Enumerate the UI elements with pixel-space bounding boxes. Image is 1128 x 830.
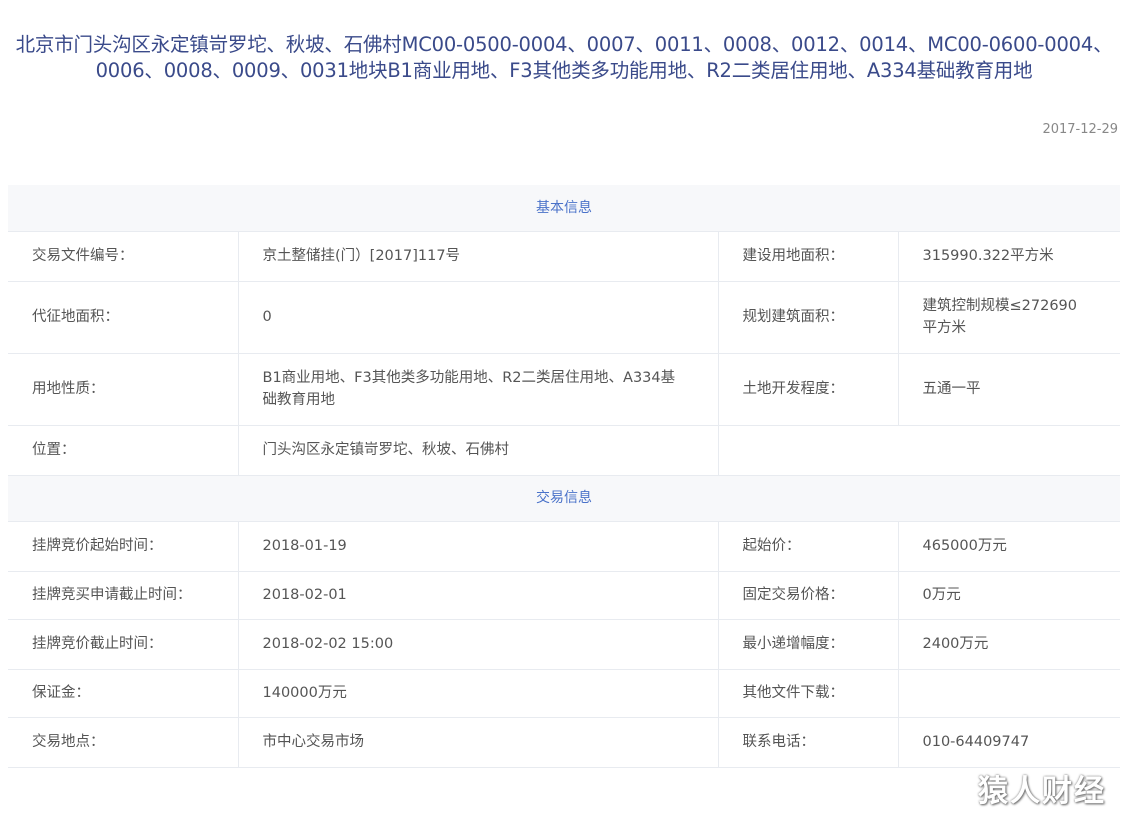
row-value: 建筑控制规模≤272690平方米: [897, 281, 1120, 354]
table-row: 挂牌竞价截止时间： 2018-02-02 15:00 最小递增幅度： 2400万…: [8, 619, 1120, 670]
watermark: 猿人财经: [978, 774, 1106, 809]
row-label: 挂牌竞买申请截止时间：: [8, 571, 238, 620]
listing-page: 北京市门头沟区永定镇岢罗坨、秋坡、石佛村MC00-0500-0004、0007、…: [0, 0, 1128, 830]
download-link[interactable]: [897, 669, 1120, 718]
row-label: 保证金：: [8, 669, 238, 718]
row-label: [717, 425, 898, 476]
section-title-basic: 基本信息: [8, 185, 1120, 232]
row-value: 京土整储挂(门）[2017]117号: [237, 231, 718, 282]
row-label: 起始价：: [717, 521, 898, 572]
row-label: 位置：: [8, 425, 238, 476]
table-row: 位置： 门头沟区永定镇岢罗坨、秋坡、石佛村: [8, 425, 1120, 476]
row-value: 140000万元: [237, 669, 718, 718]
row-label: 其他文件下载：: [717, 669, 898, 718]
row-label: 代征地面积：: [8, 281, 238, 354]
row-label: 挂牌竞价截止时间：: [8, 619, 238, 670]
row-label: 交易文件编号：: [8, 231, 238, 282]
row-label: 最小递增幅度：: [717, 619, 898, 670]
table-row: 用地性质： B1商业用地、F3其他类多功能用地、R2二类居住用地、A334基础教…: [8, 353, 1120, 426]
row-label: 用地性质：: [8, 353, 238, 426]
row-label: 土地开发程度：: [717, 353, 898, 426]
row-value: 0万元: [897, 571, 1120, 620]
section-header-basic: 基本信息: [8, 185, 1120, 232]
table-row: 代征地面积： 0 规划建筑面积： 建筑控制规模≤272690平方米: [8, 281, 1120, 354]
row-label: 固定交易价格：: [717, 571, 898, 620]
row-label: 交易地点：: [8, 717, 238, 768]
row-value: 2018-02-01: [237, 571, 718, 620]
row-value: [898, 425, 1120, 476]
section-header-trade: 交易信息: [8, 475, 1120, 522]
table-row: 保证金： 140000万元 其他文件下载：: [8, 669, 1120, 718]
row-value: 2400万元: [897, 619, 1120, 670]
publish-date: 2017-12-29: [1042, 122, 1118, 137]
row-label: 联系电话：: [717, 717, 898, 768]
row-label: 挂牌竞价起始时间：: [8, 521, 238, 572]
table-row: 交易地点： 市中心交易市场 联系电话： 010-64409747: [8, 717, 1120, 768]
row-value: 010-64409747: [897, 717, 1120, 768]
table-row: 挂牌竞买申请截止时间： 2018-02-01 固定交易价格： 0万元: [8, 571, 1120, 620]
row-value: 市中心交易市场: [237, 717, 718, 768]
row-value: 315990.322平方米: [897, 231, 1120, 282]
row-value: B1商业用地、F3其他类多功能用地、R2二类居住用地、A334基础教育用地: [237, 353, 718, 426]
table-row: 交易文件编号： 京土整储挂(门）[2017]117号 建设用地面积： 31599…: [8, 231, 1120, 282]
row-value: 五通一平: [897, 353, 1120, 426]
row-label: 规划建筑面积：: [717, 281, 898, 354]
row-value: 0: [237, 281, 718, 354]
row-value: 2018-01-19: [237, 521, 718, 572]
row-value: 2018-02-02 15:00: [237, 619, 718, 670]
section-title-trade: 交易信息: [8, 475, 1120, 522]
row-value: 465000万元: [897, 521, 1120, 572]
table-row: 挂牌竞价起始时间： 2018-01-19 起始价： 465000万元: [8, 521, 1120, 572]
info-table: 基本信息 交易文件编号： 京土整储挂(门）[2017]117号 建设用地面积： …: [8, 185, 1120, 768]
page-title: 北京市门头沟区永定镇岢罗坨、秋坡、石佛村MC00-0500-0004、0007、…: [15, 33, 1113, 82]
row-label: 建设用地面积：: [717, 231, 898, 282]
row-value: 门头沟区永定镇岢罗坨、秋坡、石佛村: [237, 425, 718, 476]
